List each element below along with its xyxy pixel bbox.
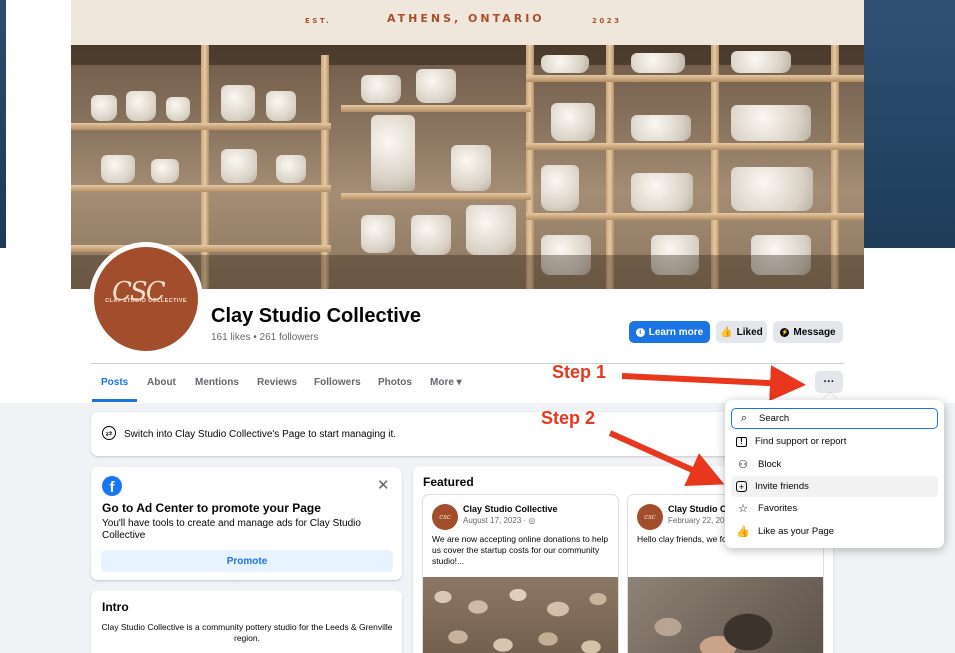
step-1-arrow xyxy=(621,365,806,402)
menu-item-block[interactable]: ⚇ Block xyxy=(731,454,938,475)
report-icon: ! xyxy=(736,436,747,447)
menu-item-invite-friends[interactable]: + Invite friends xyxy=(731,476,938,497)
search-icon: ⌕ xyxy=(740,412,748,424)
invite-icon: + xyxy=(736,481,747,492)
block-user-icon: ⚇ xyxy=(738,459,748,471)
step-2-arrow xyxy=(608,430,725,487)
thumbs-up-icon: 👍 xyxy=(736,526,750,538)
menu-item-favorites[interactable]: ☆ Favorites xyxy=(731,498,938,519)
more-options-menu: ⌕ Search ! Find support or report ⚇ Bloc… xyxy=(725,400,944,548)
menu-item-label: Favorites xyxy=(758,503,798,514)
menu-item-label: Block xyxy=(758,459,782,470)
menu-item-label: Search xyxy=(759,413,790,424)
annotation-arrows xyxy=(608,365,806,487)
menu-item-label: Like as your Page xyxy=(758,526,835,537)
menu-item-label: Find support or report xyxy=(755,436,847,447)
menu-item-report[interactable]: ! Find support or report xyxy=(731,431,938,452)
menu-item-search[interactable]: ⌕ Search xyxy=(731,408,938,429)
menu-item-like-as-page[interactable]: 👍 Like as your Page xyxy=(731,521,938,542)
menu-item-label: Invite friends xyxy=(755,481,809,492)
star-icon: ☆ xyxy=(738,503,748,515)
